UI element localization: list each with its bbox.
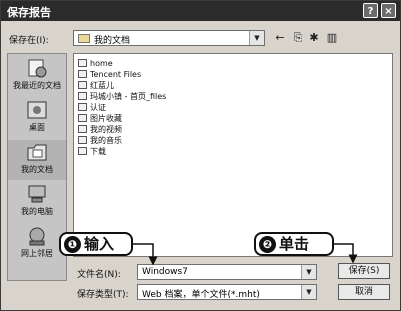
save-report-dialog: 保存报告 ? × 保存在(I): 我的文档 ▼ ← ⎘ ✱ ▥ 我最近的文档 桌… <box>0 0 401 311</box>
callout-arrows <box>133 243 358 266</box>
arrow-to-save <box>334 243 358 264</box>
arrow-to-filename <box>133 243 158 266</box>
